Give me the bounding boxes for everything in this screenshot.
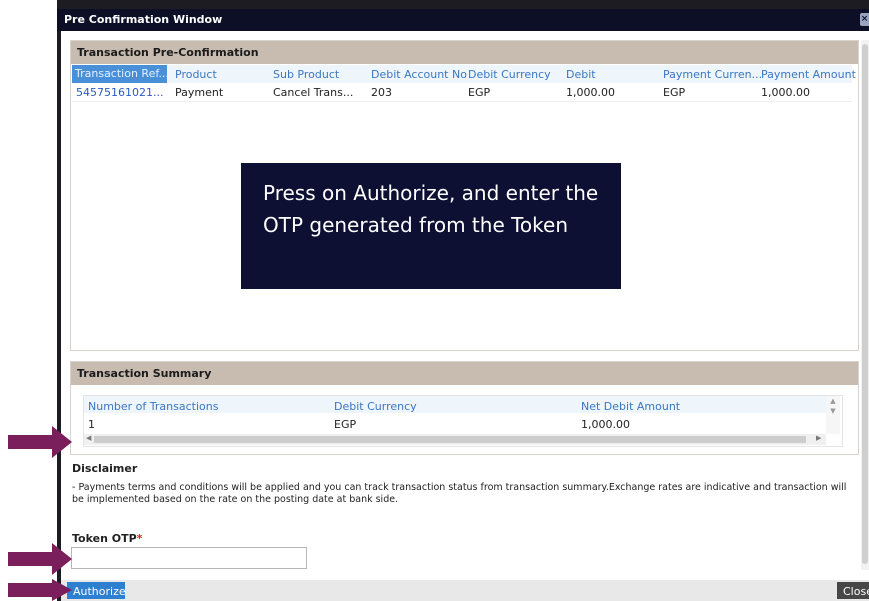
scroll-right-icon[interactable]: ▶ [816, 434, 821, 442]
hscroll-thumb[interactable] [94, 436, 806, 443]
disclaimer-text: - Payments terms and conditions will be … [72, 482, 847, 505]
summary-horizontal-scrollbar[interactable]: ◀ ▶ [84, 434, 826, 445]
close-button[interactable]: Close [837, 582, 869, 599]
cell-summary-debit-currency: EGP [334, 418, 357, 431]
col-product[interactable]: Product [175, 68, 217, 81]
preconfirm-grid-header: Transaction Ref... Product Sub Product D… [72, 65, 856, 83]
cell-debit-account-no: 203 [371, 86, 392, 99]
window-titlebar: Pre Confirmation Window × [57, 9, 869, 31]
col-net-debit-amount[interactable]: Net Debit Amount [581, 400, 680, 413]
required-mark: * [136, 532, 143, 545]
summary-title: Transaction Summary [77, 367, 212, 380]
bottom-toolbar [61, 580, 869, 601]
summary-header: Transaction Summary [71, 362, 858, 385]
cell-payment-currency: EGP [663, 86, 686, 99]
preconfirm-title: Transaction Pre-Confirmation [77, 46, 259, 59]
col-debit[interactable]: Debit [566, 68, 596, 81]
summary-panel: Transaction Summary Number of Transactio… [70, 361, 859, 455]
annotation-arrow-icon [8, 579, 72, 601]
annotation-arrow-icon [8, 426, 72, 458]
col-payment-currency[interactable]: Payment Curren... [663, 68, 762, 81]
instruction-tooltip: Press on Authorize, and enter the OTP ge… [241, 163, 621, 289]
cell-debit-currency: EGP [468, 86, 491, 99]
disclaimer-title: Disclaimer [72, 462, 138, 475]
summary-table: Number of Transactions Debit Currency Ne… [83, 395, 843, 447]
col-sub-product[interactable]: Sub Product [273, 68, 339, 81]
cell-debit: 1,000.00 [566, 86, 615, 99]
token-otp-label: Token OTP* [72, 532, 142, 545]
window-close-icon[interactable]: × [860, 13, 869, 26]
col-debit-currency[interactable]: Debit Currency [468, 68, 551, 81]
token-otp-label-text: Token OTP [72, 532, 137, 545]
col-transaction-ref[interactable]: Transaction Ref... [72, 65, 169, 83]
col-number-of-transactions[interactable]: Number of Transactions [88, 400, 218, 413]
cell-transaction-ref[interactable]: 54575161021... [76, 86, 163, 99]
page-background-left [0, 0, 55, 601]
scroll-left-icon[interactable]: ◀ [86, 434, 91, 442]
cell-net-debit-amount: 1,000.00 [581, 418, 630, 431]
table-row[interactable]: 54575161021... Payment Cancel Trans... 2… [72, 83, 852, 102]
col-summary-debit-currency[interactable]: Debit Currency [334, 400, 417, 413]
col-debit-account-no[interactable]: Debit Account No [371, 68, 467, 81]
authorize-button[interactable]: Authorize [67, 582, 126, 599]
token-otp-input[interactable] [71, 547, 307, 569]
cell-number-of-transactions: 1 [88, 418, 95, 431]
summary-vertical-scrollbar[interactable]: ▲ ▼ [826, 396, 840, 434]
preconfirm-header: Transaction Pre-Confirmation [71, 41, 858, 64]
cell-product: Payment [175, 86, 224, 99]
col-payment-amount[interactable]: Payment Amount [761, 68, 856, 81]
window-title: Pre Confirmation Window [64, 13, 223, 26]
tooltip-text: Press on Authorize, and enter the OTP ge… [263, 181, 599, 237]
cell-sub-product: Cancel Trans... [273, 86, 354, 99]
scrollbar-thumb[interactable] [862, 44, 868, 564]
annotation-arrow-icon [8, 543, 72, 575]
window-vertical-scrollbar[interactable] [861, 40, 869, 570]
cell-payment-amount: 1,000.00 [761, 86, 810, 99]
